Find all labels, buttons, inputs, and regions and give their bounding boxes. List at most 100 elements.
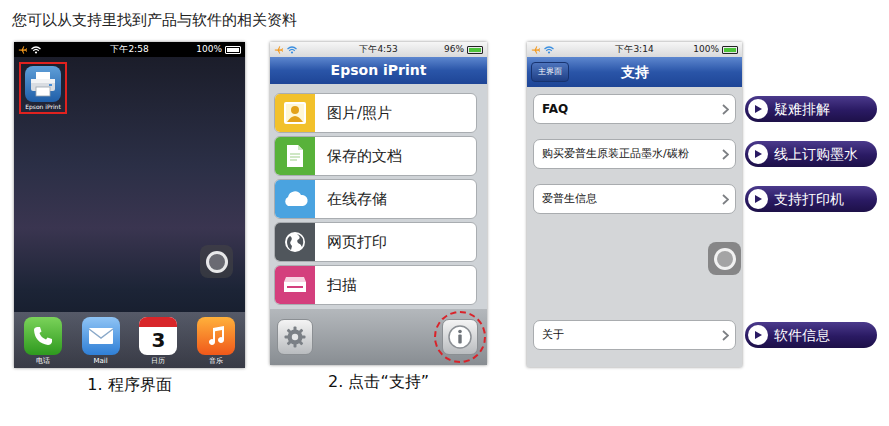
support-column: 下午3:14 100% 主界面 支持 FAQ 购买爱普生原装正品墨水/碳粉爱普生信息关于 bbox=[527, 42, 742, 367]
battery-percent: 100% bbox=[196, 42, 222, 57]
menu-item[interactable]: 扫描 bbox=[274, 265, 477, 305]
app-label: Epson iPrint bbox=[25, 102, 61, 111]
assistive-touch-icon bbox=[206, 251, 228, 273]
main-menu-column: 下午4:5396% Epson iPrint 图片/照片保存的文档在线存储网页打印扫… bbox=[270, 42, 487, 392]
screen-title: 支持 bbox=[621, 62, 649, 83]
gear-icon bbox=[283, 325, 307, 349]
status-bar: 下午3:14 100% bbox=[527, 42, 742, 57]
battery-icon bbox=[225, 46, 241, 54]
arrow-icon bbox=[748, 144, 768, 164]
dock-label: Mail bbox=[94, 356, 108, 366]
support-label: FAQ bbox=[542, 100, 568, 118]
arrow-icon bbox=[748, 325, 768, 345]
menu-item[interactable]: 网页打印 bbox=[274, 222, 477, 262]
support-list: FAQ 购买爱普生原装正品墨水/碳粉爱普生信息关于 bbox=[527, 87, 742, 367]
about-label: 关于 bbox=[542, 327, 564, 344]
wifi-icon bbox=[544, 46, 554, 54]
epson-iprint-app[interactable]: Epson iPrint bbox=[19, 62, 67, 114]
callout-label: 软件信息 bbox=[745, 322, 877, 348]
scanner-icon bbox=[275, 266, 315, 304]
battery-percent: 100% bbox=[693, 42, 719, 57]
airplane-icon bbox=[531, 45, 541, 55]
callout-label: 线上订购墨水 bbox=[745, 141, 877, 167]
status-bar: 下午4:5396% bbox=[270, 42, 487, 57]
callout-row: 线上订购墨水 bbox=[745, 139, 877, 169]
assistive-touch-button[interactable] bbox=[708, 242, 741, 275]
assistive-touch-button[interactable] bbox=[200, 245, 233, 278]
home-screen-column: 下午2:58100%Epson iPrint电话Mail3日历音乐1. 程序界面 bbox=[14, 42, 245, 395]
about-item[interactable]: 关于 bbox=[533, 320, 736, 350]
nav-bar: 主界面 支持 bbox=[527, 57, 742, 87]
battery-percent: 96% bbox=[444, 42, 464, 57]
support-button[interactable] bbox=[442, 319, 478, 355]
airplane-icon bbox=[18, 45, 28, 55]
callout-spacer bbox=[745, 42, 877, 87]
settings-button[interactable] bbox=[277, 319, 313, 355]
status-right: 96% bbox=[433, 42, 483, 57]
dock-label: 日历 bbox=[151, 356, 165, 366]
support-item[interactable]: FAQ bbox=[533, 94, 736, 124]
menu-list: 图片/照片保存的文档在线存储网页打印扫描 bbox=[270, 84, 487, 305]
clock: 下午3:14 bbox=[615, 42, 653, 57]
arrow-icon bbox=[748, 99, 768, 119]
wifi-icon bbox=[31, 46, 41, 54]
status-right: 100% bbox=[191, 42, 241, 57]
dock-app[interactable]: 电话 bbox=[21, 317, 65, 366]
status-right: 100% bbox=[688, 42, 738, 57]
mail-app-icon bbox=[82, 317, 120, 355]
chevron-icon bbox=[722, 104, 729, 115]
music-app-icon bbox=[197, 317, 235, 355]
dock: 电话 Mail 3日历音乐 bbox=[14, 312, 245, 368]
battery-icon bbox=[722, 46, 738, 54]
callout-list: 疑难排解线上订购墨水支持打印机软件信息 bbox=[745, 87, 877, 367]
callout-label: 疑难排解 bbox=[745, 96, 877, 122]
title-bar: Epson iPrint bbox=[270, 57, 487, 84]
menu-item[interactable]: 保存的文档 bbox=[274, 136, 477, 176]
caption: 2. 点击“支持” bbox=[270, 372, 487, 392]
callout-row: 疑难排解 bbox=[745, 94, 877, 124]
cloud-icon bbox=[275, 180, 315, 218]
dock-label: 音乐 bbox=[209, 356, 223, 366]
callout-label: 支持打印机 bbox=[745, 186, 877, 212]
chevron-icon bbox=[722, 330, 729, 341]
menu-item[interactable]: 图片/照片 bbox=[274, 93, 477, 133]
callout-text: 软件信息 bbox=[774, 325, 830, 346]
menu-label: 在线存储 bbox=[315, 180, 476, 218]
menu-label: 保存的文档 bbox=[315, 137, 476, 175]
callout-column: 疑难排解线上订购墨水支持打印机软件信息 bbox=[745, 42, 877, 367]
page-heading: 您可以从支持里找到产品与软件的相关资料 bbox=[12, 10, 889, 30]
support-button-highlight bbox=[434, 311, 486, 363]
callout-row: 支持打印机 bbox=[745, 184, 877, 214]
screens-row: 下午2:58100%Epson iPrint电话Mail3日历音乐1. 程序界面… bbox=[12, 42, 889, 395]
dock-app[interactable]: Mail bbox=[79, 317, 123, 366]
battery-fill bbox=[469, 48, 481, 52]
phone-app-icon bbox=[24, 317, 62, 355]
photo-icon bbox=[275, 94, 315, 132]
callout-row: 软件信息 bbox=[745, 320, 877, 350]
airplane-icon bbox=[274, 45, 284, 55]
printer-icon bbox=[25, 66, 61, 102]
app-title: Epson iPrint bbox=[331, 60, 427, 81]
battery-fill bbox=[724, 48, 736, 52]
calendar-header bbox=[139, 317, 177, 327]
support-phone: 下午3:14 100% 主界面 支持 FAQ 购买爱普生原装正品墨水/碳粉爱普生信息关于 bbox=[527, 42, 742, 367]
callout-text: 支持打印机 bbox=[774, 189, 844, 210]
home-screen-wallpaper: Epson iPrint 电话 Mail 3日历音乐 bbox=[14, 57, 245, 368]
home-screen-phone: 下午2:58 100% Epson iPrint 电话 Mail 3日历音乐 bbox=[14, 42, 245, 368]
back-button[interactable]: 主界面 bbox=[531, 62, 569, 82]
document-icon bbox=[275, 137, 315, 175]
clock: 下午2:58 bbox=[110, 42, 148, 57]
support-item[interactable]: 爱普生信息 bbox=[533, 184, 736, 214]
support-item[interactable]: 购买爱普生原装正品墨水/碳粉 bbox=[533, 139, 736, 169]
chevron-icon bbox=[722, 149, 729, 160]
dock-label: 电话 bbox=[36, 356, 50, 366]
chevron-icon bbox=[722, 194, 729, 205]
dock-app[interactable]: 音乐 bbox=[194, 317, 238, 366]
dock-app[interactable]: 3日历 bbox=[136, 317, 180, 366]
menu-item[interactable]: 在线存储 bbox=[274, 179, 477, 219]
arrow-icon bbox=[748, 189, 768, 209]
status-left bbox=[531, 45, 581, 55]
callout-text: 线上订购墨水 bbox=[774, 144, 858, 165]
callout-text: 疑难排解 bbox=[774, 99, 830, 120]
menu-label: 图片/照片 bbox=[315, 94, 476, 132]
